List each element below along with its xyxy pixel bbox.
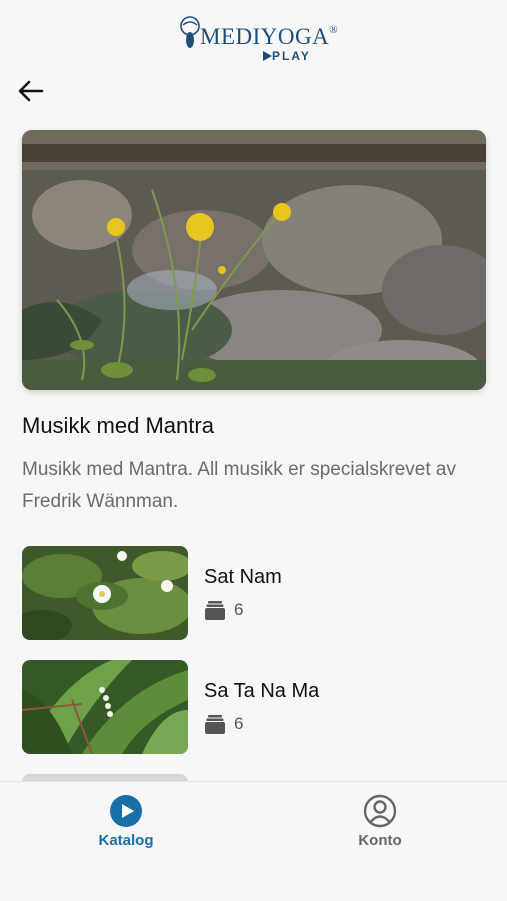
item-track-count: 6 (204, 713, 243, 735)
arrow-left-icon (18, 80, 44, 102)
collection-title: Musikk med Mantra (22, 413, 214, 438)
logo-mark-icon (180, 16, 200, 48)
mediyoga-play-logo: MEDIYOGA® PLAY (178, 14, 338, 64)
item-count-value: 6 (234, 600, 244, 619)
logo-wordmark: MEDIYOGA® (200, 24, 339, 49)
tab-label: Katalog (98, 832, 154, 849)
list-item[interactable]: Sat Nam 6 (22, 546, 486, 640)
item-title: Sat Nam (204, 566, 282, 588)
play-circle-icon (110, 795, 142, 827)
item-thumbnail (22, 660, 188, 754)
app-header: MEDIYOGA® PLAY (0, 0, 507, 70)
item-thumbnail (22, 546, 188, 640)
collection-hero-image (22, 130, 486, 390)
stack-icon (205, 715, 225, 734)
bottom-tab-bar: Katalog Konto (0, 781, 507, 901)
back-button[interactable] (14, 74, 48, 108)
logo-play-icon (263, 51, 272, 61)
item-count-value: 6 (234, 714, 244, 733)
collection-description: Musikk med Mantra. All musikk er special… (22, 459, 456, 512)
item-title: Sa Ta Na Ma (204, 680, 320, 702)
tab-konto[interactable]: Konto (320, 794, 440, 849)
user-circle-icon (363, 794, 397, 828)
tab-katalog[interactable]: Katalog (66, 794, 186, 849)
logo-subtitle: PLAY (262, 49, 311, 63)
tab-label: Konto (358, 832, 402, 849)
stack-icon (205, 601, 225, 620)
list-item[interactable]: Sa Ta Na Ma 6 (22, 660, 486, 754)
item-track-count: 6 (204, 599, 243, 621)
